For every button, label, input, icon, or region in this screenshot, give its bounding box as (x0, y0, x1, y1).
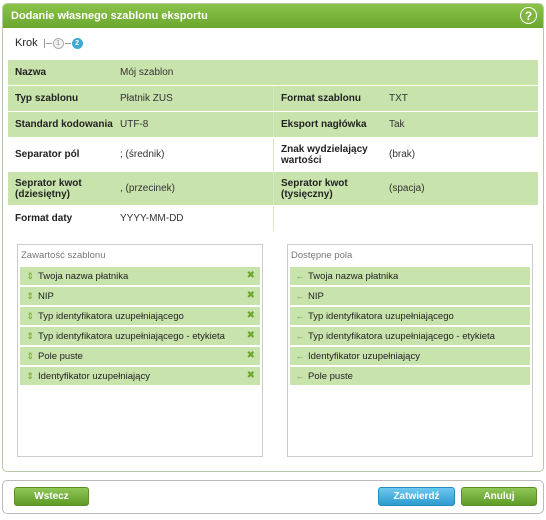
template-content-item-label: Typ identyfikatora uzupełniającego (38, 310, 184, 322)
cell-standard-kodowania: Standard kodowania UTF-8 (8, 112, 273, 137)
arrow-left-icon[interactable]: ← (292, 351, 308, 361)
cell-typ-szablonu: Typ szablonu Płatnik ZUS (8, 86, 273, 111)
field-label-format-daty: Format daty (15, 213, 73, 224)
available-field-label: Twoja nazwa płatnika (308, 270, 399, 282)
remove-icon[interactable]: ✖ (247, 270, 255, 281)
cell-znak-wydzielajacy: Znak wydzielający wartości (brak) (273, 138, 538, 171)
field-label-separator-kwot-dziesietny: Seprator kwot (dziesiętny) (15, 177, 82, 200)
available-field-label: Pole puste (308, 370, 353, 382)
field-label-standard-kodowania: Standard kodowania (15, 119, 113, 130)
step-start-marker (43, 38, 45, 48)
field-label-separator-pol: Separator pól (15, 149, 80, 160)
dialog-title: Dodanie własnego szablonu eksportu (11, 10, 208, 22)
cell-separator-pol: Separator pól ; (średnik) (8, 138, 273, 171)
field-label-typ-szablonu: Typ szablonu (15, 93, 79, 104)
cell-separator-kwot-tysieczny: Seprator kwot (tysięczny) (spacja) (273, 172, 538, 205)
step-2-current: 2 (71, 37, 83, 49)
available-field-item[interactable]: ← Pole puste (290, 367, 530, 385)
available-field-item[interactable]: ← Identyfikator uzupełniający (290, 347, 530, 365)
field-value-separator-kwot-dziesietny: , (przecinek) (120, 183, 176, 194)
remove-icon[interactable]: ✖ (247, 350, 255, 361)
drag-handle-icon[interactable]: ⇕ (22, 271, 38, 282)
arrow-left-icon[interactable]: ← (292, 371, 308, 381)
back-button[interactable]: Wstecz (14, 487, 89, 506)
help-icon[interactable]: ? (520, 7, 537, 24)
step-label: Krok (15, 37, 38, 49)
field-value-separator-pol: ; (średnik) (120, 149, 165, 160)
field-value-standard-kodowania: UTF-8 (120, 119, 149, 130)
field-label-eksport-naglowka: Eksport nagłówka (281, 119, 367, 130)
template-content-item[interactable]: ⇕ Twoja nazwa płatnika ✖ (20, 267, 260, 285)
available-field-label: Identyfikator uzupełniający (308, 350, 420, 362)
available-field-item[interactable]: ← Twoja nazwa płatnika (290, 267, 530, 285)
cell-empty (273, 206, 538, 231)
cell-eksport-naglowka: Eksport nagłówka Tak (273, 112, 538, 137)
template-content-item-label: Typ identyfikatora uzupełniającego - ety… (38, 330, 225, 342)
step-indicator: Krok 1 2 (3, 28, 543, 58)
field-label-nazwa: Nazwa (15, 67, 47, 78)
row-separatory-kwot: Seprator kwot (dziesiętny) , (przecinek)… (8, 172, 538, 206)
field-value-format-daty: YYYY-MM-DD (120, 213, 184, 224)
template-content-panel: Zawartość szablonu ⇕ Twoja nazwa płatnik… (17, 244, 263, 457)
remove-icon[interactable]: ✖ (247, 370, 255, 381)
field-value-typ-szablonu: Płatnik ZUS (120, 93, 173, 104)
template-content-item[interactable]: ⇕ NIP ✖ (20, 287, 260, 305)
step-1[interactable]: 1 (52, 37, 64, 49)
field-label-separator-kwot-tysieczny: Seprator kwot (tysięczny) (281, 177, 348, 200)
dialog-titlebar: Dodanie własnego szablonu eksportu ? (3, 4, 543, 28)
confirm-button[interactable]: Zatwierdź (378, 487, 455, 506)
remove-icon[interactable]: ✖ (247, 310, 255, 321)
drag-handle-icon[interactable]: ⇕ (22, 351, 38, 362)
export-template-dialog: Dodanie własnego szablonu eksportu ? Kro… (2, 3, 544, 472)
row-kodowanie-naglowek: Standard kodowania UTF-8 Eksport nagłówk… (8, 112, 538, 138)
available-field-label: Typ identyfikatora uzupełniającego - ety… (308, 330, 495, 342)
step-connector (45, 42, 52, 44)
field-label-znak-wydzielajacy: Znak wydzielający wartości (281, 143, 368, 166)
cell-format-szablonu: Format szablonu TXT (273, 86, 538, 111)
dialog-footer: Wstecz Zatwierdź Anuluj (2, 480, 544, 514)
row-nazwa: Nazwa Mój szablon (8, 60, 538, 86)
drag-handle-icon[interactable]: ⇕ (22, 331, 38, 342)
template-content-item[interactable]: ⇕ Pole puste ✖ (20, 347, 260, 365)
arrow-left-icon[interactable]: ← (292, 311, 308, 321)
drag-handle-icon[interactable]: ⇕ (22, 311, 38, 322)
field-value-separator-kwot-tysieczny: (spacja) (389, 183, 425, 194)
field-value-eksport-naglowka: Tak (389, 119, 405, 130)
cancel-button[interactable]: Anuluj (461, 487, 537, 506)
template-content-item[interactable]: ⇕ Typ identyfikatora uzupełniającego - e… (20, 327, 260, 345)
available-fields-panel: Dostępne pola ← Twoja nazwa płatnika ← N… (287, 244, 533, 457)
available-field-label: NIP (308, 290, 324, 302)
template-content-item-label: Twoja nazwa płatnika (38, 270, 129, 282)
arrow-left-icon[interactable]: ← (292, 291, 308, 301)
template-content-item-label: NIP (38, 290, 54, 302)
template-content-item[interactable]: ⇕ Identyfikator uzupełniający ✖ (20, 367, 260, 385)
field-value-nazwa: Mój szablon (120, 67, 174, 78)
row-separatory: Separator pól ; (średnik) Znak wydzielaj… (8, 138, 538, 172)
field-value-znak-wydzielajacy: (brak) (389, 149, 416, 160)
field-value-format-szablonu: TXT (389, 93, 408, 104)
arrow-left-icon[interactable]: ← (292, 271, 308, 281)
template-settings-form: Nazwa Mój szablon Typ szablonu Płatnik Z… (8, 60, 538, 232)
available-field-label: Typ identyfikatora uzupełniającego (308, 310, 454, 322)
field-label-format-szablonu: Format szablonu (281, 93, 362, 104)
remove-icon[interactable]: ✖ (247, 330, 255, 341)
row-typ-format: Typ szablonu Płatnik ZUS Format szablonu… (8, 86, 538, 112)
template-content-item-label: Pole puste (38, 350, 83, 362)
remove-icon[interactable]: ✖ (247, 290, 255, 301)
arrow-left-icon[interactable]: ← (292, 331, 308, 341)
template-content-title: Zawartość szablonu (21, 250, 106, 261)
step-connector (64, 42, 71, 44)
field-lists: Zawartość szablonu ⇕ Twoja nazwa płatnik… (17, 244, 533, 459)
cell-separator-kwot-dziesietny: Seprator kwot (dziesiętny) , (przecinek) (8, 172, 273, 205)
available-fields-title: Dostępne pola (291, 250, 353, 261)
template-content-item-label: Identyfikator uzupełniający (38, 370, 150, 382)
drag-handle-icon[interactable]: ⇕ (22, 291, 38, 302)
available-field-item[interactable]: ← Typ identyfikatora uzupełniającego (290, 307, 530, 325)
row-format-daty: Format daty YYYY-MM-DD (8, 206, 538, 232)
available-field-item[interactable]: ← NIP (290, 287, 530, 305)
template-content-item[interactable]: ⇕ Typ identyfikatora uzupełniającego ✖ (20, 307, 260, 325)
drag-handle-icon[interactable]: ⇕ (22, 371, 38, 382)
available-field-item[interactable]: ← Typ identyfikatora uzupełniającego - e… (290, 327, 530, 345)
cell-format-daty: Format daty YYYY-MM-DD (8, 206, 273, 231)
